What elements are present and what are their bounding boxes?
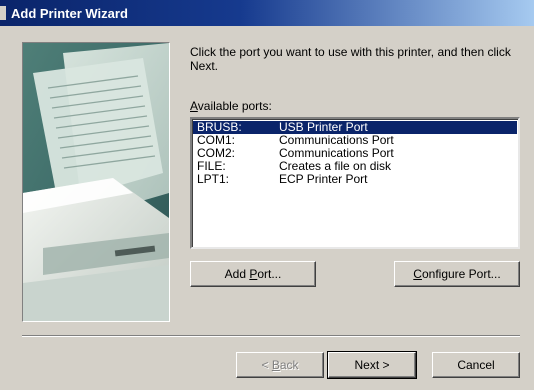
window-icon bbox=[0, 6, 6, 20]
instruction-text: Click the port you want to use with this… bbox=[190, 45, 511, 73]
port-item-lpt1[interactable]: LPT1: ECP Printer Port bbox=[193, 173, 517, 186]
cancel-button[interactable]: Cancel bbox=[432, 352, 520, 378]
back-button[interactable]: < Back bbox=[236, 352, 324, 378]
window-title: Add Printer Wizard bbox=[11, 5, 128, 21]
add-port-button[interactable]: Add Port... bbox=[190, 261, 316, 287]
add-printer-wizard-window: Add Printer Wizard Click the port you wa… bbox=[0, 0, 534, 390]
printer-illustration-icon bbox=[23, 43, 169, 321]
port-name: LPT1: bbox=[197, 172, 230, 186]
divider bbox=[22, 335, 520, 337]
available-ports-list[interactable]: BRUSB: USB Printer Port COM1: Communicat… bbox=[190, 117, 520, 249]
available-ports-label: Available ports: bbox=[190, 99, 272, 113]
title-bar[interactable]: Add Printer Wizard bbox=[0, 0, 534, 26]
printer-illustration bbox=[22, 42, 170, 322]
port-description: ECP Printer Port bbox=[279, 172, 368, 186]
configure-port-button[interactable]: Configure Port... bbox=[394, 261, 520, 287]
next-button[interactable]: Next > bbox=[327, 351, 417, 379]
